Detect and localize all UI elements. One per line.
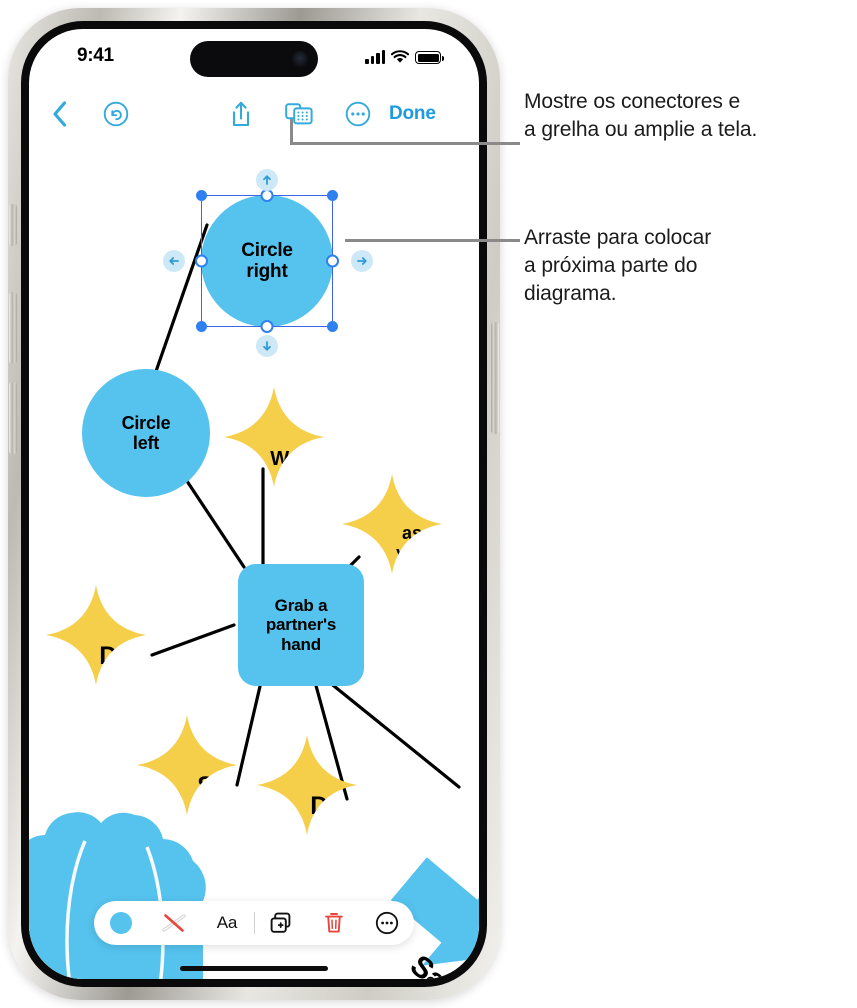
callout-drag-leader <box>345 239 520 242</box>
edge-circleright-circleleft <box>152 223 209 379</box>
duplicate-button[interactable] <box>255 901 308 945</box>
callout-drag-line2: a próxima parte do <box>524 254 698 278</box>
connectors-grid-icon <box>285 103 313 125</box>
status-indicators <box>365 46 444 64</box>
share-button[interactable] <box>224 91 258 137</box>
share-icon <box>232 101 250 127</box>
shape-circle-left-label: Circle left <box>122 413 171 453</box>
add-connector-down-button[interactable] <box>256 335 278 357</box>
callout-drag-line3: diagrama. <box>524 282 617 306</box>
handle-top-left[interactable] <box>196 190 207 201</box>
handle-bottom-right[interactable] <box>327 321 338 332</box>
arrow-left-icon <box>169 257 179 265</box>
shape-wheel[interactable] <box>29 801 277 979</box>
text-format-label: Aa <box>216 913 238 932</box>
undo-button[interactable] <box>99 91 133 137</box>
stroke-none-icon <box>162 914 186 932</box>
arrow-down-icon <box>263 341 271 351</box>
handle-top-right[interactable] <box>327 190 338 201</box>
stroke-style-button[interactable] <box>147 901 200 945</box>
dynamic-island <box>190 41 318 77</box>
chevron-left-icon <box>53 101 67 127</box>
undo-circle-icon <box>103 101 129 127</box>
done-label: Done <box>389 103 436 124</box>
shape-grab-label: Grab a partner's hand <box>266 596 336 653</box>
done-button[interactable]: Done <box>389 91 459 137</box>
add-connector-left-button[interactable] <box>163 250 185 272</box>
phone-frame: 9:41 Done Circle right Circle left Wave … <box>8 8 500 1000</box>
handle-bottom-mid[interactable] <box>260 320 274 333</box>
add-connector-right-button[interactable] <box>351 250 373 272</box>
screenshot-root: 9:41 Done Circle right Circle left Wave … <box>0 0 857 1008</box>
cellular-signal-icon <box>365 50 385 64</box>
edge-doleft-grab <box>150 623 236 657</box>
callout-grid-line1: Mostre os conectores e <box>524 90 741 113</box>
handle-left-mid[interactable] <box>195 254 208 268</box>
shape-grab-partners-hand[interactable]: Grab a partner's hand <box>238 564 364 686</box>
shape-label-line1: Circle <box>121 412 171 433</box>
fill-color-swatch <box>109 912 132 934</box>
volume-up-button[interactable] <box>9 292 17 364</box>
app-toolbar: Done <box>29 91 479 137</box>
home-indicator[interactable] <box>180 966 328 971</box>
callout-drag-line1: Arraste para colocar <box>524 226 712 249</box>
shape-label-line2: left <box>132 433 160 453</box>
delete-button[interactable] <box>308 901 361 945</box>
callout-grid-text: Mostre os conectores e a grelha ou ampli… <box>524 88 844 144</box>
handle-right-mid[interactable] <box>326 254 339 268</box>
text-format-button[interactable]: Aa <box>200 901 253 945</box>
phone-screen: 9:41 Done Circle right Circle left Wave … <box>29 29 479 979</box>
diagram-canvas[interactable]: Circle right Circle left Wave as you Gra… <box>29 137 479 979</box>
more-ellipsis-icon <box>345 101 371 127</box>
callout-grid-line2: a grelha ou amplie a tela. <box>524 118 758 142</box>
wheel-cloud-path <box>29 812 206 979</box>
volume-down-button[interactable] <box>9 382 17 454</box>
edge-si-grab <box>235 680 263 787</box>
more-options-icon <box>376 911 399 935</box>
handle-bottom-left[interactable] <box>196 321 207 332</box>
power-button[interactable] <box>491 322 499 434</box>
shape-circle-left[interactable]: Circle left <box>82 369 210 497</box>
callout-drag-text: Arraste para colocar a próxima parte do … <box>524 224 844 308</box>
battery-icon <box>415 51 444 64</box>
shape-label-line1: Grab a <box>274 596 328 616</box>
callout-grid-leader-horizontal <box>290 142 520 145</box>
more-button[interactable] <box>341 91 375 137</box>
shape-label-line3: hand <box>281 634 321 654</box>
format-toolbar: Aa <box>94 901 414 945</box>
back-button[interactable] <box>43 91 77 137</box>
status-bar: 9:41 <box>29 29 479 83</box>
format-more-button[interactable] <box>361 901 414 945</box>
duplicate-icon <box>270 912 291 933</box>
add-connector-up-button[interactable] <box>256 169 278 191</box>
wifi-icon <box>391 50 409 63</box>
fill-color-button[interactable] <box>94 901 147 945</box>
arrow-right-icon <box>357 257 367 265</box>
shape-label-line2: partner's <box>265 615 337 635</box>
delete-trash-icon <box>325 913 344 933</box>
front-camera-icon <box>292 51 308 67</box>
edge-grab-offscreen <box>327 680 461 789</box>
selection-box[interactable] <box>195 189 339 333</box>
action-button[interactable] <box>9 204 17 246</box>
arrow-up-icon <box>263 175 271 185</box>
connectors-grid-button[interactable] <box>281 91 317 137</box>
status-time: 9:41 <box>77 45 114 66</box>
